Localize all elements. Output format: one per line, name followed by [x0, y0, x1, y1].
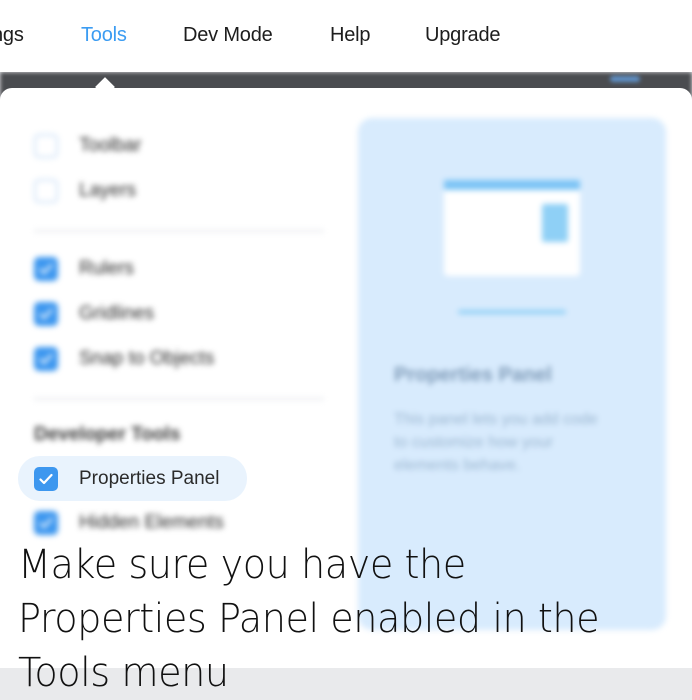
option-label: Layers [79, 180, 137, 201]
option-label: Snap to Objects [79, 348, 215, 369]
preview-divider [458, 310, 566, 314]
checkbox-checked-icon[interactable] [34, 467, 58, 491]
checkbox-checked-icon[interactable] [34, 347, 58, 371]
panel-preview-illustration [444, 180, 580, 276]
option-label: Rulers [79, 258, 134, 279]
info-card-description: This panel lets you add code to customiz… [394, 411, 598, 474]
option-label: Toolbar [79, 135, 142, 156]
preview-properties-panel [542, 204, 568, 242]
menu-item-dev-mode[interactable]: Dev Mode [183, 24, 273, 47]
toolbar-indicator [610, 76, 640, 82]
section-title-developer-tools: Developer Tools [34, 424, 181, 445]
checkbox-icon[interactable] [34, 179, 58, 203]
menu-divider [34, 230, 324, 232]
checkbox-checked-icon[interactable] [34, 511, 58, 535]
option-label: Hidden Elements [79, 512, 224, 533]
menu-item-upgrade[interactable]: Upgrade [425, 24, 501, 47]
menu-item-settings[interactable]: ngs [0, 24, 24, 47]
menu-item-tools[interactable]: Tools [81, 24, 127, 47]
menu-item-help[interactable]: Help [330, 24, 371, 47]
top-menubar: ngs Tools Dev Mode Help Upgrade [0, 0, 692, 72]
option-label: Gridlines [79, 303, 154, 324]
checkbox-checked-icon[interactable] [34, 302, 58, 326]
tutorial-caption: Make sure you have the Properties Panel … [18, 542, 600, 696]
checkbox-icon[interactable] [34, 134, 58, 158]
menu-divider [34, 398, 324, 400]
checkbox-checked-icon[interactable] [34, 257, 58, 281]
option-label: Properties Panel [79, 468, 220, 489]
info-card-title: Properties Panel [394, 364, 552, 386]
preview-toolbar [444, 180, 580, 190]
